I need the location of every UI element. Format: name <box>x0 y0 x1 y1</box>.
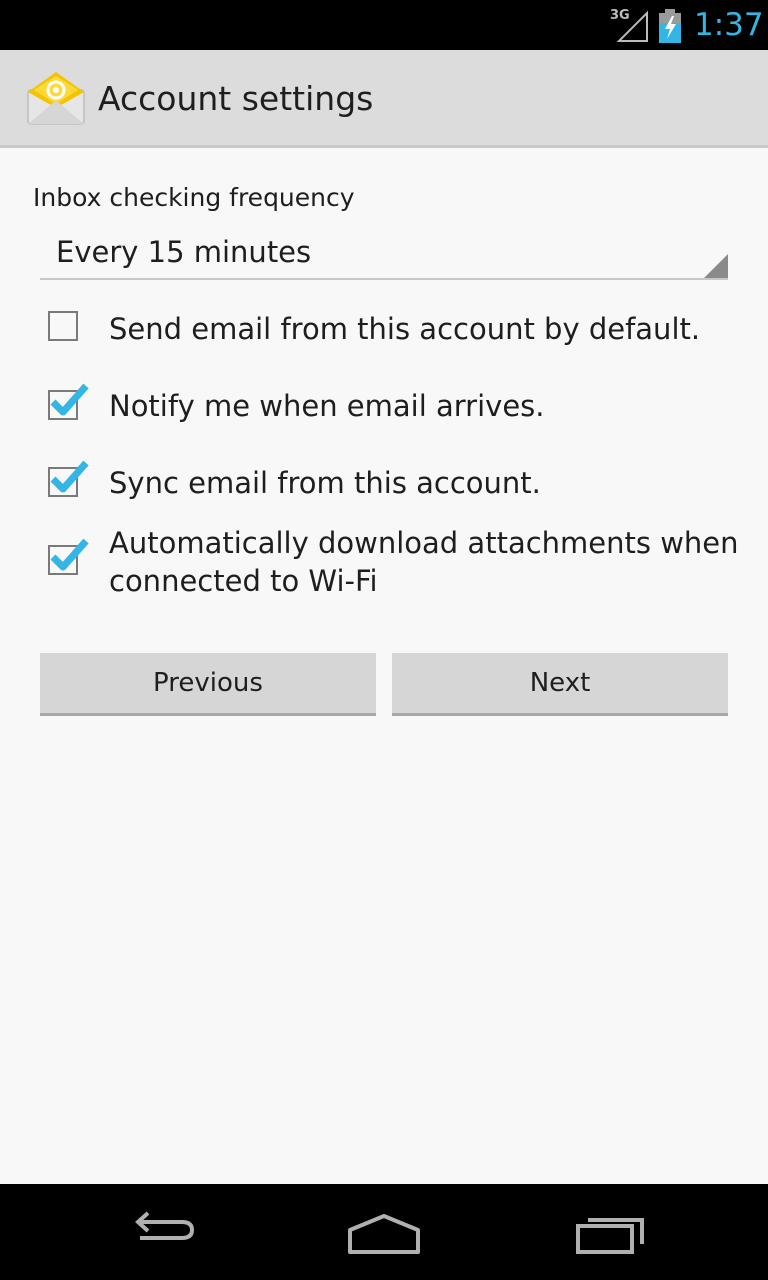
option-label: Automatically download attachments when … <box>109 526 739 598</box>
checkmark-icon <box>50 460 89 493</box>
option-default-account[interactable]: Send email from this account by default. <box>46 310 736 350</box>
home-icon[interactable] <box>344 1202 424 1262</box>
checkbox-checked[interactable] <box>48 460 89 497</box>
frequency-value: Every 15 minutes <box>56 235 312 269</box>
dropdown-arrow-icon <box>704 254 728 278</box>
clock: 1:37 <box>694 7 764 43</box>
status-bar: 3G 1:37 <box>0 0 768 50</box>
frequency-label: Inbox checking frequency <box>33 183 355 212</box>
option-sync[interactable]: Sync email from this account. <box>46 460 736 504</box>
network-type-label: 3G <box>610 8 630 23</box>
next-button[interactable]: Next <box>392 653 728 716</box>
checkbox-checked[interactable] <box>48 383 89 420</box>
option-label: Notify me when email arrives. <box>109 389 545 423</box>
option-label: Send email from this account by default. <box>109 312 701 346</box>
navigation-bar <box>0 1184 768 1280</box>
action-bar: Account settings <box>0 50 768 148</box>
frequency-spinner[interactable]: Every 15 minutes <box>40 228 728 280</box>
option-auto-download[interactable]: Automatically download attachments when … <box>46 524 739 604</box>
option-notify[interactable]: Notify me when email arrives. <box>46 383 736 427</box>
back-icon[interactable] <box>120 1202 200 1262</box>
checkbox-unchecked[interactable] <box>48 311 78 341</box>
email-app-icon <box>27 72 85 125</box>
recent-apps-icon[interactable] <box>572 1202 652 1262</box>
checkbox-checked[interactable] <box>48 538 89 575</box>
checkmark-icon <box>50 383 89 416</box>
battery-charging-icon <box>659 9 681 43</box>
previous-button[interactable]: Previous <box>40 653 376 716</box>
option-label: Sync email from this account. <box>109 466 541 500</box>
checkmark-icon <box>50 538 89 571</box>
page-title: Account settings <box>98 79 374 118</box>
